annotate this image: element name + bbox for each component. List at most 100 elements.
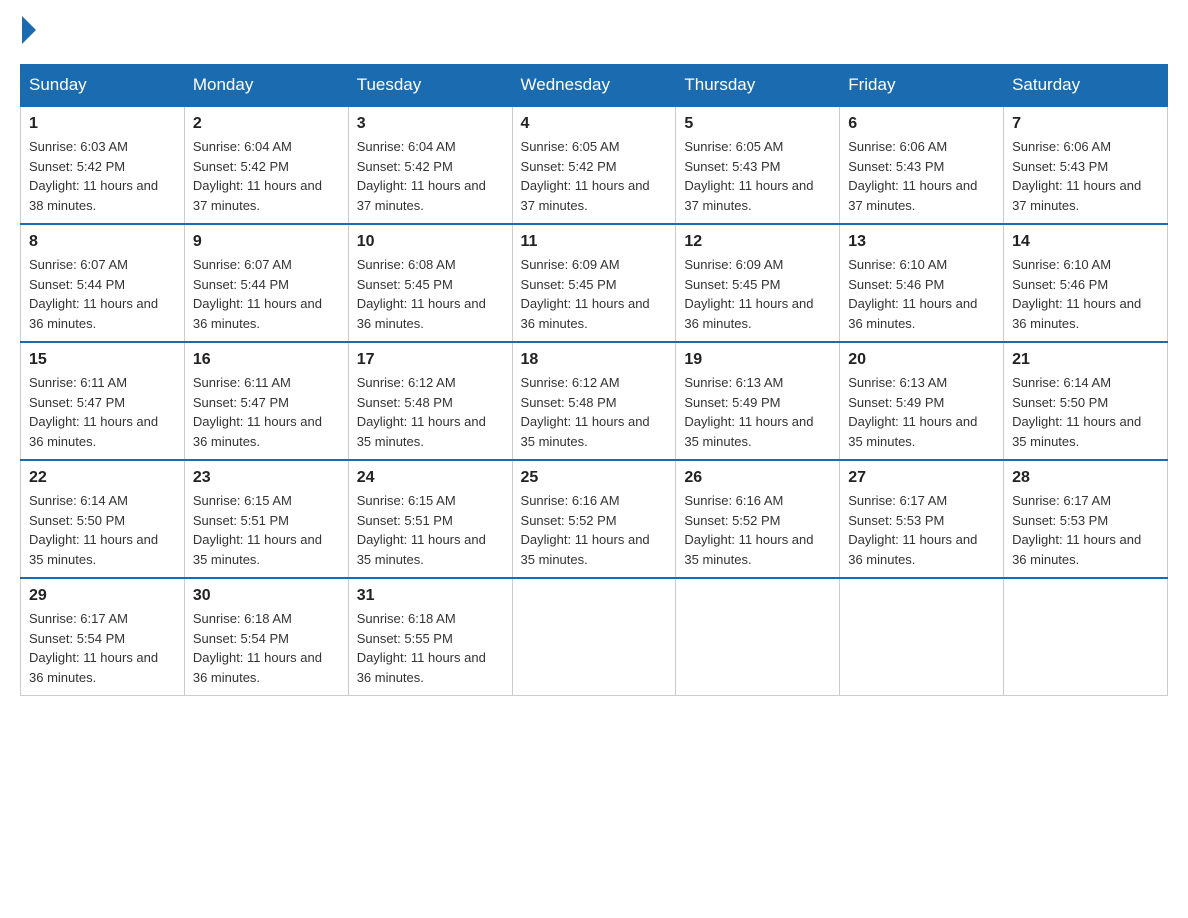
calendar-day-cell: 31 Sunrise: 6:18 AMSunset: 5:55 PMDayligh… xyxy=(348,578,512,696)
calendar-day-cell: 20Sunrise: 6:13 AMSunset: 5:49 PMDayligh… xyxy=(840,342,1004,460)
day-info: Sunrise: 6:15 AMSunset: 5:51 PMDaylight:… xyxy=(357,491,504,569)
calendar-day-cell: 6 Sunrise: 6:06 AMSunset: 5:43 PMDaylight… xyxy=(840,106,1004,224)
day-info: Sunrise: 6:16 AMSunset: 5:52 PMDaylight:… xyxy=(684,491,831,569)
day-info: Sunrise: 6:07 AMSunset: 5:44 PMDaylight:… xyxy=(29,255,176,333)
calendar-day-cell xyxy=(1004,578,1168,696)
day-number: 19 xyxy=(684,351,831,369)
calendar-day-cell xyxy=(676,578,840,696)
calendar-header-monday: Monday xyxy=(184,65,348,107)
logo xyxy=(20,20,36,44)
day-info: Sunrise: 6:10 AMSunset: 5:46 PMDaylight:… xyxy=(1012,255,1159,333)
day-number: 13 xyxy=(848,233,995,251)
day-number: 25 xyxy=(521,469,668,487)
day-number: 11 xyxy=(521,233,668,251)
calendar-day-cell: 15 Sunrise: 6:11 AMSunset: 5:47 PMDayligh… xyxy=(21,342,185,460)
calendar-day-cell: 8Sunrise: 6:07 AMSunset: 5:44 PMDaylight… xyxy=(21,224,185,342)
calendar-day-cell: 13 Sunrise: 6:10 AMSunset: 5:46 PMDayligh… xyxy=(840,224,1004,342)
calendar-day-cell xyxy=(840,578,1004,696)
day-info: Sunrise: 6:12 AMSunset: 5:48 PMDaylight:… xyxy=(521,373,668,451)
day-info: Sunrise: 6:04 AMSunset: 5:42 PMDaylight:… xyxy=(357,137,504,215)
calendar-day-cell: 28 Sunrise: 6:17 AMSunset: 5:53 PMDayligh… xyxy=(1004,460,1168,578)
day-number: 22 xyxy=(29,469,176,487)
calendar-day-cell: 14 Sunrise: 6:10 AMSunset: 5:46 PMDayligh… xyxy=(1004,224,1168,342)
day-info: Sunrise: 6:06 AMSunset: 5:43 PMDaylight:… xyxy=(1012,137,1159,215)
day-number: 6 xyxy=(848,115,995,133)
day-number: 17 xyxy=(357,351,504,369)
calendar-day-cell: 21Sunrise: 6:14 AMSunset: 5:50 PMDayligh… xyxy=(1004,342,1168,460)
calendar-day-cell: 23 Sunrise: 6:15 AMSunset: 5:51 PMDayligh… xyxy=(184,460,348,578)
day-info: Sunrise: 6:18 AMSunset: 5:54 PMDaylight:… xyxy=(193,609,340,687)
day-number: 3 xyxy=(357,115,504,133)
day-number: 28 xyxy=(1012,469,1159,487)
calendar-day-cell: 24Sunrise: 6:15 AMSunset: 5:51 PMDayligh… xyxy=(348,460,512,578)
calendar-day-cell: 18Sunrise: 6:12 AMSunset: 5:48 PMDayligh… xyxy=(512,342,676,460)
calendar-week-row: 22 Sunrise: 6:14 AMSunset: 5:50 PMDayligh… xyxy=(21,460,1168,578)
calendar-day-cell: 27 Sunrise: 6:17 AMSunset: 5:53 PMDayligh… xyxy=(840,460,1004,578)
day-number: 12 xyxy=(684,233,831,251)
day-info: Sunrise: 6:13 AMSunset: 5:49 PMDaylight:… xyxy=(684,373,831,451)
day-info: Sunrise: 6:09 AMSunset: 5:45 PMDaylight:… xyxy=(521,255,668,333)
day-info: Sunrise: 6:15 AMSunset: 5:51 PMDaylight:… xyxy=(193,491,340,569)
day-number: 27 xyxy=(848,469,995,487)
calendar-header-sunday: Sunday xyxy=(21,65,185,107)
calendar-day-cell: 12 Sunrise: 6:09 AMSunset: 5:45 PMDayligh… xyxy=(676,224,840,342)
day-number: 5 xyxy=(684,115,831,133)
day-number: 1 xyxy=(29,115,176,133)
day-number: 30 xyxy=(193,587,340,605)
day-info: Sunrise: 6:18 AMSunset: 5:55 PMDaylight:… xyxy=(357,609,504,687)
calendar-day-cell: 22 Sunrise: 6:14 AMSunset: 5:50 PMDayligh… xyxy=(21,460,185,578)
calendar-day-cell: 19 Sunrise: 6:13 AMSunset: 5:49 PMDayligh… xyxy=(676,342,840,460)
calendar-day-cell: 2 Sunrise: 6:04 AMSunset: 5:42 PMDaylight… xyxy=(184,106,348,224)
day-number: 29 xyxy=(29,587,176,605)
day-info: Sunrise: 6:17 AMSunset: 5:53 PMDaylight:… xyxy=(848,491,995,569)
calendar-header-friday: Friday xyxy=(840,65,1004,107)
calendar-day-cell: 17 Sunrise: 6:12 AMSunset: 5:48 PMDayligh… xyxy=(348,342,512,460)
day-number: 15 xyxy=(29,351,176,369)
day-number: 23 xyxy=(193,469,340,487)
day-number: 4 xyxy=(521,115,668,133)
calendar-week-row: 29 Sunrise: 6:17 AMSunset: 5:54 PMDayligh… xyxy=(21,578,1168,696)
calendar-header-thursday: Thursday xyxy=(676,65,840,107)
day-number: 16 xyxy=(193,351,340,369)
page-header xyxy=(20,20,1168,44)
calendar-day-cell: 16 Sunrise: 6:11 AMSunset: 5:47 PMDayligh… xyxy=(184,342,348,460)
day-info: Sunrise: 6:12 AMSunset: 5:48 PMDaylight:… xyxy=(357,373,504,451)
calendar-header-row: SundayMondayTuesdayWednesdayThursdayFrid… xyxy=(21,65,1168,107)
day-info: Sunrise: 6:04 AMSunset: 5:42 PMDaylight:… xyxy=(193,137,340,215)
day-number: 26 xyxy=(684,469,831,487)
calendar-day-cell: 4 Sunrise: 6:05 AMSunset: 5:42 PMDaylight… xyxy=(512,106,676,224)
day-info: Sunrise: 6:11 AMSunset: 5:47 PMDaylight:… xyxy=(29,373,176,451)
calendar-day-cell: 30 Sunrise: 6:18 AMSunset: 5:54 PMDayligh… xyxy=(184,578,348,696)
calendar-day-cell: 10Sunrise: 6:08 AMSunset: 5:45 PMDayligh… xyxy=(348,224,512,342)
calendar-header-wednesday: Wednesday xyxy=(512,65,676,107)
calendar-day-cell: 5 Sunrise: 6:05 AMSunset: 5:43 PMDaylight… xyxy=(676,106,840,224)
day-info: Sunrise: 6:05 AMSunset: 5:42 PMDaylight:… xyxy=(521,137,668,215)
day-info: Sunrise: 6:14 AMSunset: 5:50 PMDaylight:… xyxy=(29,491,176,569)
day-number: 2 xyxy=(193,115,340,133)
day-info: Sunrise: 6:11 AMSunset: 5:47 PMDaylight:… xyxy=(193,373,340,451)
calendar-day-cell: 7Sunrise: 6:06 AMSunset: 5:43 PMDaylight… xyxy=(1004,106,1168,224)
day-info: Sunrise: 6:05 AMSunset: 5:43 PMDaylight:… xyxy=(684,137,831,215)
day-info: Sunrise: 6:09 AMSunset: 5:45 PMDaylight:… xyxy=(684,255,831,333)
calendar-week-row: 15 Sunrise: 6:11 AMSunset: 5:47 PMDayligh… xyxy=(21,342,1168,460)
calendar-day-cell: 3 Sunrise: 6:04 AMSunset: 5:42 PMDaylight… xyxy=(348,106,512,224)
calendar-week-row: 1 Sunrise: 6:03 AMSunset: 5:42 PMDaylight… xyxy=(21,106,1168,224)
day-info: Sunrise: 6:03 AMSunset: 5:42 PMDaylight:… xyxy=(29,137,176,215)
calendar-day-cell xyxy=(512,578,676,696)
day-number: 20 xyxy=(848,351,995,369)
calendar-day-cell: 9Sunrise: 6:07 AMSunset: 5:44 PMDaylight… xyxy=(184,224,348,342)
calendar-table: SundayMondayTuesdayWednesdayThursdayFrid… xyxy=(20,64,1168,696)
calendar-day-cell: 1 Sunrise: 6:03 AMSunset: 5:42 PMDaylight… xyxy=(21,106,185,224)
calendar-header-saturday: Saturday xyxy=(1004,65,1168,107)
day-info: Sunrise: 6:08 AMSunset: 5:45 PMDaylight:… xyxy=(357,255,504,333)
calendar-day-cell: 29 Sunrise: 6:17 AMSunset: 5:54 PMDayligh… xyxy=(21,578,185,696)
day-number: 14 xyxy=(1012,233,1159,251)
calendar-week-row: 8Sunrise: 6:07 AMSunset: 5:44 PMDaylight… xyxy=(21,224,1168,342)
day-info: Sunrise: 6:17 AMSunset: 5:53 PMDaylight:… xyxy=(1012,491,1159,569)
day-info: Sunrise: 6:10 AMSunset: 5:46 PMDaylight:… xyxy=(848,255,995,333)
calendar-header-tuesday: Tuesday xyxy=(348,65,512,107)
day-number: 31 xyxy=(357,587,504,605)
day-info: Sunrise: 6:06 AMSunset: 5:43 PMDaylight:… xyxy=(848,137,995,215)
day-info: Sunrise: 6:17 AMSunset: 5:54 PMDaylight:… xyxy=(29,609,176,687)
day-info: Sunrise: 6:14 AMSunset: 5:50 PMDaylight:… xyxy=(1012,373,1159,451)
